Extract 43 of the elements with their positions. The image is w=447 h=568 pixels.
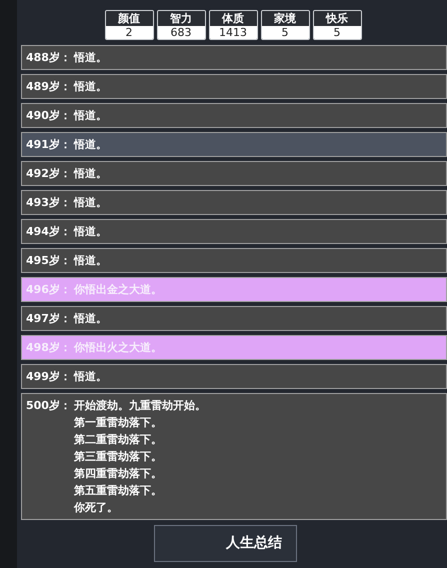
event-text: 悟道。 [74, 311, 107, 327]
event-text: 你死了。 [74, 500, 119, 516]
age-label: 492岁： [26, 166, 72, 182]
event-text: 悟道。 [74, 253, 107, 269]
summary-button[interactable]: 人生总结 [154, 525, 297, 562]
age-label: 488岁： [26, 50, 72, 66]
age-label: 497岁： [26, 311, 72, 327]
age-label: 494岁： [26, 224, 72, 240]
stat-value: 683 [158, 26, 204, 39]
age-label: 493岁： [26, 195, 72, 211]
age-label: 500岁： [26, 398, 72, 414]
stat-value: 2 [106, 26, 152, 39]
event-text: 悟道。 [74, 224, 107, 240]
event-text: 第三重雷劫落下。 [74, 449, 163, 465]
event-text: 悟道。 [74, 195, 107, 211]
event-text: 第四重雷劫落下。 [74, 466, 163, 482]
stat-label: 家境 [262, 11, 308, 26]
event-text: 悟道。 [74, 137, 107, 153]
event-text: 开始渡劫。九重雷劫开始。 [74, 398, 206, 414]
event-text: 第一重雷劫落下。 [74, 415, 163, 431]
event-text: 你悟出金之大道。 [74, 282, 162, 298]
event-text: 悟道。 [74, 166, 107, 182]
age-label: 491岁： [26, 137, 72, 153]
stat-label: 快乐 [314, 11, 360, 26]
age-label: 495岁： [26, 253, 72, 269]
event-text: 悟道。 [74, 79, 107, 95]
event-text: 悟道。 [74, 50, 107, 66]
age-label: 499岁： [26, 369, 72, 385]
stat-label: 智力 [158, 11, 204, 26]
event-text: 你悟出火之大道。 [74, 340, 162, 356]
stat-value: 5 [314, 26, 360, 39]
event-text: 悟道。 [74, 369, 107, 385]
age-label: 489岁： [26, 79, 72, 95]
age-label: 490岁： [26, 108, 72, 124]
age-label: 498岁： [26, 340, 72, 356]
age-label: 496岁： [26, 282, 72, 298]
event-text: 第二重雷劫落下。 [74, 432, 163, 448]
stat-label: 体质 [210, 11, 256, 26]
event-text: 悟道。 [74, 108, 107, 124]
stat-label: 颜值 [106, 11, 152, 26]
event-text: 第五重雷劫落下。 [74, 483, 163, 499]
stat-value: 5 [262, 26, 308, 39]
stat-value: 1413 [210, 26, 256, 39]
